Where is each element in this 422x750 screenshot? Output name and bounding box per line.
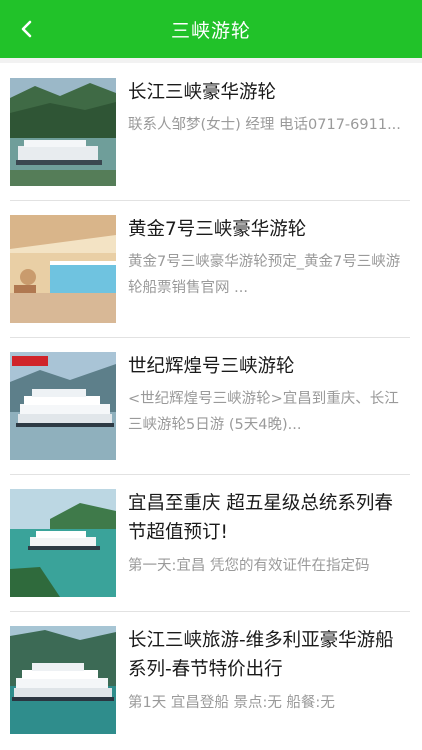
list-item[interactable]: 世纪辉煌号三峡游轮 <世纪辉煌号三峡游轮>宜昌到重庆、长江三峡游轮5日游 (5天… <box>10 337 410 474</box>
top-bar: 三峡游轮 <box>0 0 422 58</box>
list-item[interactable]: 宜昌至重庆 超五星级总统系列春节超值预订! 第一天:宜昌 凭您的有效证件在指定码 <box>10 474 410 611</box>
list-item[interactable]: 黄金7号三峡豪华游轮 黄金7号三峡豪华游轮预定_黄金7号三峡游轮船票销售官网 .… <box>10 200 410 337</box>
item-description: 第一天:宜昌 凭您的有效证件在指定码 <box>128 558 370 574</box>
item-thumbnail <box>10 78 116 186</box>
item-title: 黄金7号三峡豪华游轮 <box>128 219 307 240</box>
back-button[interactable] <box>12 14 42 44</box>
item-description: <世纪辉煌号三峡游轮>宜昌到重庆、长江三峡游轮5日游 (5天4晚)... <box>128 391 399 433</box>
item-title: 宜昌至重庆 超五星级总统系列春节超值预订! <box>128 493 393 543</box>
item-thumbnail <box>10 352 116 460</box>
item-description: 第1天 宜昌登船 景点:无 船餐:无 <box>128 695 335 711</box>
item-thumbnail <box>10 215 116 323</box>
item-thumbnail <box>10 489 116 597</box>
item-title: 长江三峡豪华游轮 <box>128 82 277 103</box>
list-item[interactable]: 长江三峡豪华游轮 联系人邹梦(女士) 经理 电话0717-6911... <box>10 63 410 200</box>
item-title: 长江三峡旅游-维多利亚豪华游船系列-春节特价出行 <box>128 630 394 680</box>
cruise-list: 长江三峡豪华游轮 联系人邹梦(女士) 经理 电话0717-6911... 黄金7… <box>0 63 422 750</box>
item-thumbnail <box>10 626 116 734</box>
item-description: 黄金7号三峡豪华游轮预定_黄金7号三峡游轮船票销售官网 ... <box>128 254 401 296</box>
chevron-left-icon <box>21 20 32 38</box>
item-title: 世纪辉煌号三峡游轮 <box>128 356 295 377</box>
item-description: 联系人邹梦(女士) 经理 电话0717-6911... <box>128 117 401 133</box>
list-item[interactable]: 长江三峡旅游-维多利亚豪华游船系列-春节特价出行 第1天 宜昌登船 景点:无 船… <box>10 611 410 748</box>
page-title: 三峡游轮 <box>170 19 251 42</box>
